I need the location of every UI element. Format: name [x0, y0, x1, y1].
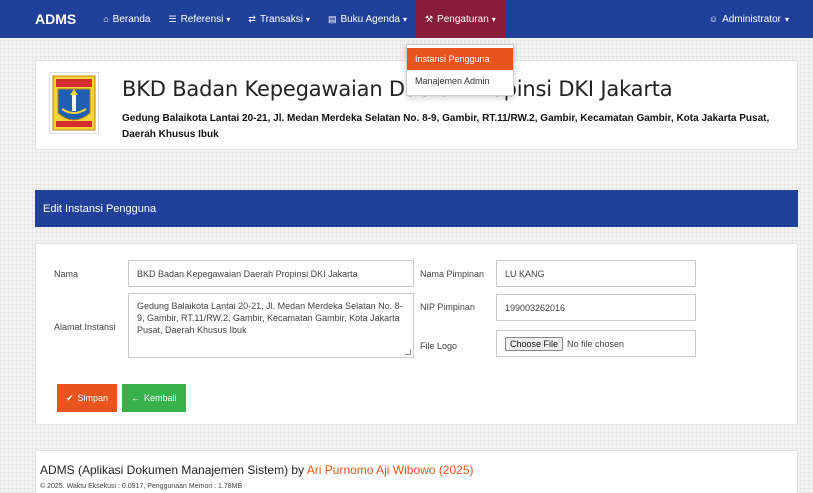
instansi-address: Gedung Balaikota Lantai 20-21, Jl. Medan…: [122, 113, 770, 140]
chevron-down-icon: ▾: [226, 14, 231, 24]
nav-beranda-label: Beranda: [112, 13, 151, 25]
user-name: Administrator: [722, 13, 781, 25]
nav-beranda[interactable]: ⌂ Beranda: [94, 0, 159, 38]
user-menu[interactable]: ☺ Administrator ▾: [709, 0, 789, 38]
nav-transaksi-label: Transaksi: [259, 13, 303, 25]
nav-pengaturan[interactable]: ⚒ Pengaturan ▾: [415, 0, 505, 38]
section-title: Edit Instansi Pengguna: [43, 202, 157, 215]
list-icon: ☰: [168, 13, 177, 24]
instansi-logo: [49, 72, 99, 134]
file-logo-input[interactable]: Choose File No file chosen: [496, 330, 696, 357]
footer-meta: © 2025. Waktu Eksekusi : 0.0917, Penggun…: [40, 483, 243, 490]
edit-instansi-form: Nama BKD Badan Kepegawaian Daerah Propin…: [35, 243, 798, 425]
choose-file-button[interactable]: Choose File: [505, 336, 564, 351]
top-navbar: ADMS ⌂ Beranda ☰ Referensi ▾ ⇄ Transaksi…: [0, 0, 813, 38]
alamat-label: Alamat Instansi: [54, 322, 116, 332]
chevron-down-icon: ▾: [784, 14, 789, 24]
file-logo-label: File Logo: [420, 341, 458, 351]
user-icon: ☺: [708, 14, 719, 24]
pengaturan-dropdown: Instansi Pengguna Manajemen Admin: [406, 44, 514, 96]
footer-author-link[interactable]: Ari Purnomo Aji Wibowo (2025): [307, 463, 474, 477]
nama-label: Nama: [54, 269, 79, 279]
chevron-down-icon: ▾: [402, 14, 407, 24]
nip-pimpinan-label: NIP Pimpinan: [420, 302, 475, 312]
nav-transaksi[interactable]: ⇄ Transaksi ▾: [239, 0, 319, 38]
file-status: No file chosen: [567, 338, 625, 349]
alamat-textarea[interactable]: Gedung Balaikota Lantai 20-21, Jl. Medan…: [128, 293, 414, 358]
nav-buku-agenda[interactable]: ▤ Buku Agenda ▾: [319, 0, 416, 38]
nav-referensi-label: Referensi: [180, 13, 224, 25]
chevron-down-icon: ▾: [491, 14, 496, 24]
alamat-value: Gedung Balaikota Lantai 20-21, Jl. Medan…: [137, 301, 403, 335]
book-icon: ▤: [327, 13, 337, 24]
nav-buku-agenda-label: Buku Agenda: [340, 13, 400, 25]
back-button[interactable]: ← Kembali: [122, 384, 186, 412]
back-label: Kembali: [144, 393, 177, 403]
menu-item-manajemen-admin[interactable]: Manajemen Admin: [407, 70, 513, 92]
menu-item-instansi-pengguna[interactable]: Instansi Pengguna: [407, 48, 513, 70]
footer: ADMS (Aplikasi Dokumen Manajemen Sistem)…: [35, 450, 798, 493]
nip-pimpinan-input[interactable]: 199003262016: [496, 294, 696, 321]
save-label: Simpan: [77, 393, 109, 403]
instansi-name: BKD Badan Kepegawaian Daerah Propinsi DK…: [122, 77, 673, 101]
nama-pimpinan-input[interactable]: LU KANG: [496, 260, 696, 287]
arrow-left-icon: ←: [131, 393, 140, 403]
save-button[interactable]: ✔ Simpan: [57, 384, 118, 412]
nav-pengaturan-label: Pengaturan: [437, 13, 489, 25]
nama-input[interactable]: BKD Badan Kepegawaian Daerah Propinsi DK…: [128, 260, 414, 287]
footer-title: ADMS (Aplikasi Dokumen Manajemen Sistem)…: [40, 463, 474, 477]
section-title-bar: Edit Instansi Pengguna: [35, 190, 798, 227]
resize-handle-icon[interactable]: [405, 349, 411, 355]
wrench-icon: ⚒: [424, 13, 434, 24]
home-icon: ⌂: [103, 14, 109, 24]
check-icon: ✔: [66, 392, 74, 403]
transfer-icon: ⇄: [248, 13, 256, 24]
chevron-down-icon: ▾: [305, 14, 310, 24]
nama-pimpinan-label: Nama Pimpinan: [420, 269, 485, 279]
footer-app-name: ADMS (Aplikasi Dokumen Manajemen Sistem)…: [40, 463, 307, 477]
nav-referensi[interactable]: ☰ Referensi ▾: [159, 0, 239, 38]
brand-logo[interactable]: ADMS: [0, 11, 94, 27]
